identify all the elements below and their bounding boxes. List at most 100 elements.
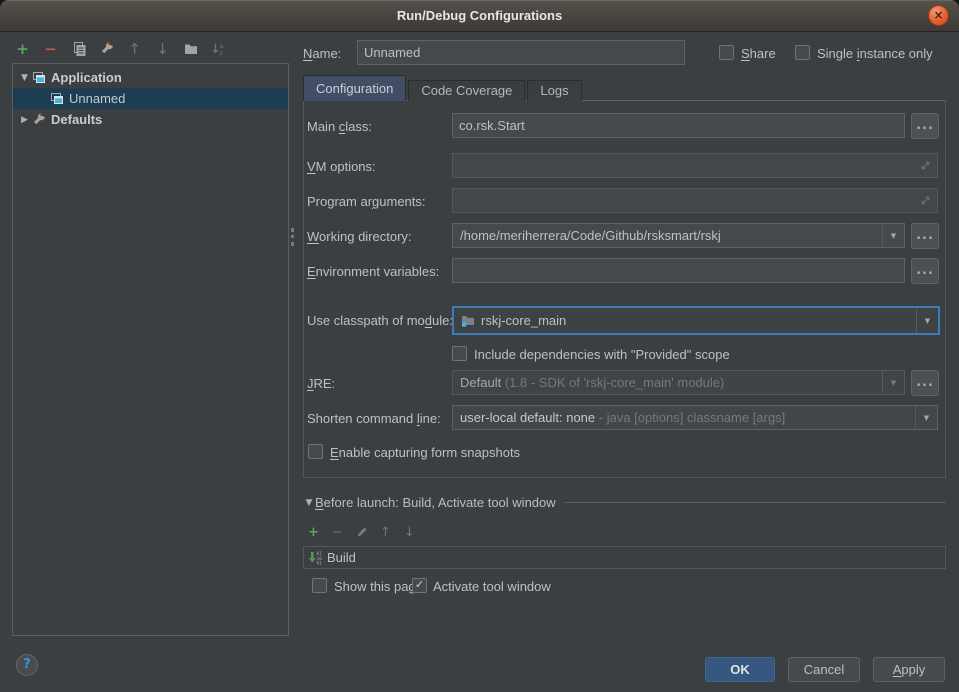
working-directory-label: Working directory: xyxy=(307,229,412,244)
copy-configuration-button[interactable] xyxy=(70,41,87,58)
add-task-button[interactable]: + xyxy=(306,525,321,540)
program-arguments-input[interactable] xyxy=(452,188,938,213)
vm-options-label: VM options: xyxy=(307,159,376,174)
shorten-command-line-value: user-local default: none - java [options… xyxy=(453,410,785,425)
titlebar[interactable]: Run/Debug Configurations × xyxy=(0,0,959,32)
name-input[interactable] xyxy=(357,40,685,65)
arrow-up-icon: ↑ xyxy=(380,525,391,540)
add-configuration-button[interactable]: + xyxy=(14,41,31,58)
separator-line xyxy=(564,502,946,503)
ellipsis-icon: ... xyxy=(916,375,934,390)
move-task-up-button[interactable]: ↑ xyxy=(378,525,393,540)
jre-combobox[interactable]: Default (1.8 - SDK of 'rskj-core_main' m… xyxy=(452,370,905,395)
tab-bar: Configuration Code Coverage Logs xyxy=(303,76,584,101)
shorten-value-main: user-local default: none xyxy=(460,410,595,425)
svg-text:z: z xyxy=(219,49,223,57)
expand-field-icon[interactable] xyxy=(919,194,932,207)
sort-configurations-button[interactable]: a z xyxy=(210,41,227,58)
help-icon: ? xyxy=(23,657,31,672)
main-class-browse-button[interactable]: ... xyxy=(911,113,939,139)
activate-tool-window-checkbox[interactable]: ✓ xyxy=(412,578,427,593)
remove-task-button[interactable]: − xyxy=(330,525,345,540)
before-launch-task-build[interactable]: 01 10 01 Build xyxy=(303,546,946,569)
module-icon xyxy=(460,313,476,329)
sort-az-icon: a z xyxy=(211,41,227,57)
edit-task-button[interactable] xyxy=(354,525,369,540)
svg-text:01: 01 xyxy=(317,560,323,566)
include-provided-label: Include dependencies with "Provided" sco… xyxy=(474,347,730,362)
use-classpath-label: Use classpath of module: xyxy=(307,313,453,328)
tree-item-label: Unnamed xyxy=(69,91,125,106)
arrow-down-icon: ↓ xyxy=(156,40,169,58)
before-launch-header[interactable]: ▼ Before launch: Build, Activate tool wi… xyxy=(303,495,946,510)
dropdown-button[interactable]: ▼ xyxy=(915,406,937,429)
capture-snapshots-label: Enable capturing form snapshots xyxy=(330,445,520,460)
expand-field-icon[interactable] xyxy=(919,159,932,172)
application-icon xyxy=(49,91,65,107)
tree-item-defaults[interactable]: ▶ Defaults xyxy=(13,109,288,130)
move-down-button[interactable]: ↓ xyxy=(154,41,171,58)
single-instance-checkbox[interactable] xyxy=(795,45,810,60)
tab-configuration[interactable]: Configuration xyxy=(303,75,406,101)
working-directory-browse-button[interactable]: ... xyxy=(911,223,939,249)
wrench-icon xyxy=(31,112,47,128)
close-button[interactable]: × xyxy=(928,5,949,26)
plus-icon: + xyxy=(308,525,319,540)
dropdown-button[interactable]: ▼ xyxy=(882,371,904,394)
shorten-command-line-label: Shorten command line: xyxy=(307,411,441,426)
shorten-command-line-combobox[interactable]: user-local default: none - java [options… xyxy=(452,405,938,430)
remove-configuration-button[interactable]: − xyxy=(42,41,59,58)
main-class-label: Main class: xyxy=(307,119,372,134)
splitter-handle[interactable] xyxy=(291,228,297,246)
vm-options-input[interactable] xyxy=(452,153,938,178)
tab-code-coverage[interactable]: Code Coverage xyxy=(408,80,525,101)
window-title: Run/Debug Configurations xyxy=(0,0,959,31)
dropdown-button[interactable]: ▼ xyxy=(916,308,938,333)
move-up-button[interactable]: ↑ xyxy=(126,41,143,58)
tree-item-label: Defaults xyxy=(51,112,102,127)
jre-browse-button[interactable]: ... xyxy=(911,370,939,396)
activate-tool-window-label: Activate tool window xyxy=(433,579,551,594)
environment-variables-label: Environment variables: xyxy=(307,264,439,279)
include-provided-checkbox[interactable] xyxy=(452,346,467,361)
share-label: Share xyxy=(741,46,776,61)
configurations-toolbar: + − ↑ ↓ a z xyxy=(14,40,227,58)
tree-item-application[interactable]: ▼ Application xyxy=(13,67,288,88)
show-this-page-checkbox[interactable] xyxy=(312,578,327,593)
ellipsis-icon: ... xyxy=(916,263,934,278)
close-icon: × xyxy=(933,8,943,22)
share-checkbox[interactable] xyxy=(719,45,734,60)
wrench-icon xyxy=(99,41,115,57)
plus-icon: + xyxy=(16,40,29,58)
folder-icon xyxy=(183,41,199,57)
tree-item-unnamed[interactable]: Unnamed xyxy=(13,88,288,109)
environment-variables-browse-button[interactable]: ... xyxy=(911,258,939,284)
configurations-tree: ▼ Application Unnamed ▶ Defaults xyxy=(12,63,289,636)
tab-logs[interactable]: Logs xyxy=(527,80,581,101)
edit-defaults-button[interactable] xyxy=(98,41,115,58)
vm-options-field[interactable] xyxy=(452,153,938,178)
program-arguments-field[interactable] xyxy=(452,188,938,213)
working-directory-combobox[interactable]: /home/meriherrera/Code/Github/rsksmart/r… xyxy=(452,223,905,248)
chevron-down-icon: ▼ xyxy=(891,379,896,387)
help-button[interactable]: ? xyxy=(16,654,38,676)
chevron-down-icon: ▼ xyxy=(891,232,896,240)
main-class-input[interactable] xyxy=(452,113,905,138)
ok-button[interactable]: OK xyxy=(705,657,775,682)
new-folder-button[interactable] xyxy=(182,41,199,58)
chevron-right-icon[interactable]: ▶ xyxy=(18,115,31,125)
capture-snapshots-checkbox[interactable] xyxy=(308,444,323,459)
move-task-down-button[interactable]: ↓ xyxy=(402,525,417,540)
chevron-down-icon[interactable]: ▼ xyxy=(303,498,315,508)
cancel-button[interactable]: Cancel xyxy=(788,657,860,682)
application-icon xyxy=(31,70,47,86)
use-classpath-combobox[interactable]: rskj-core_main ▼ xyxy=(452,306,940,335)
arrow-up-icon: ↑ xyxy=(128,40,141,58)
run-debug-configurations-dialog: Run/Debug Configurations × + − ↑ ↓ xyxy=(0,0,959,692)
apply-button[interactable]: Apply xyxy=(873,657,945,682)
jre-value: Default (1.8 - SDK of 'rskj-core_main' m… xyxy=(453,375,724,390)
dropdown-button[interactable]: ▼ xyxy=(882,224,904,247)
chevron-down-icon[interactable]: ▼ xyxy=(18,73,31,83)
environment-variables-input[interactable] xyxy=(452,258,905,283)
pencil-icon xyxy=(355,525,369,539)
